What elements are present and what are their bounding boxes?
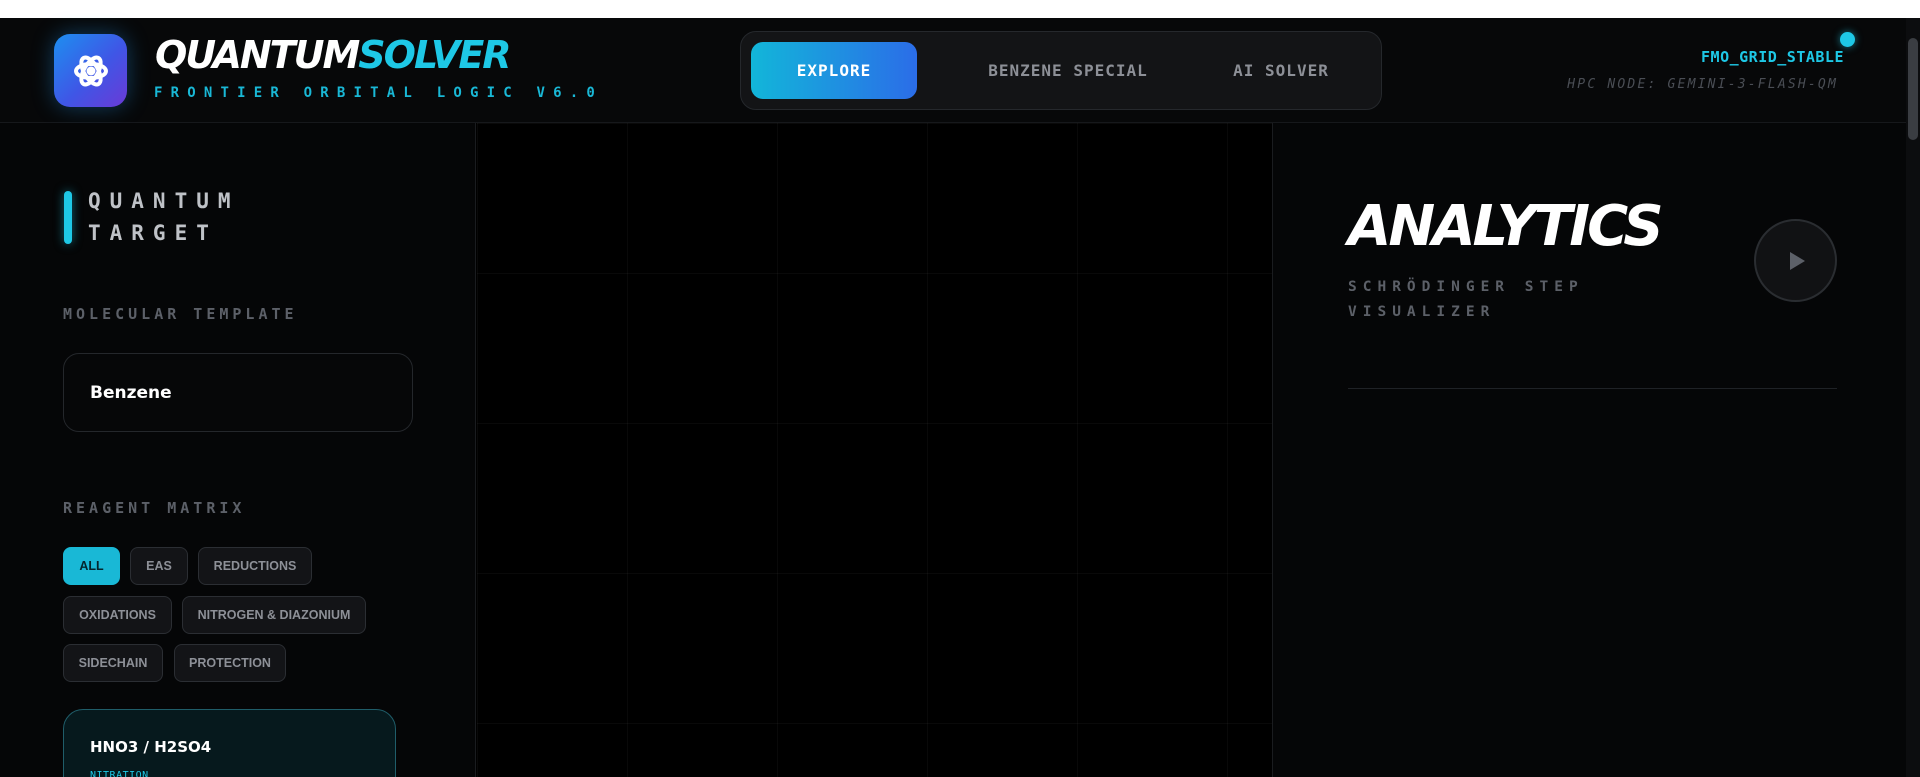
play-icon	[1789, 251, 1805, 270]
filter-chip-sidechain[interactable]: SIDECHAIN	[63, 644, 163, 682]
filter-chip-reductions[interactable]: REDUCTIONS	[198, 547, 312, 585]
analytics-divider	[1348, 388, 1837, 389]
main-nav: EXPLORE BENZENE SPECIAL AI SOLVER	[740, 31, 1382, 110]
analytics-panel: ANALYTICS SCHRÖDINGER STEP VISUALIZER	[1272, 123, 1906, 777]
app-header: QUANTUMSOLVER FRONTIER ORBITAL LOGIC V6.…	[0, 18, 1906, 123]
molecular-template-label: MOLECULAR TEMPLATE	[63, 305, 298, 323]
hpc-node-text: HPC NODE: GEMINI-3-FLASH-QM	[1567, 77, 1838, 92]
nav-explore-button[interactable]: EXPLORE	[751, 42, 917, 99]
filter-chip-protection[interactable]: PROTECTION	[174, 644, 286, 682]
filter-chip-eas[interactable]: EAS	[130, 547, 188, 585]
analytics-title: ANALYTICS	[1348, 194, 1664, 259]
atom-icon	[73, 55, 108, 86]
molecular-template-select[interactable]: Benzene	[63, 353, 413, 432]
brand-title-part1: QUANTUM	[155, 33, 360, 77]
panel-title: QUANTUM TARGET	[88, 189, 240, 245]
brand-subtitle: FRONTIER ORBITAL LOGIC V6.0	[154, 85, 603, 101]
brand-title: QUANTUMSOLVER	[155, 33, 512, 77]
nav-benzene-special-button[interactable]: BENZENE SPECIAL	[963, 42, 1173, 99]
page-scrollbar[interactable]	[1906, 18, 1920, 777]
reagent-matrix-label: REAGENT MATRIX	[63, 499, 246, 517]
filter-chip-oxidations[interactable]: OXIDATIONS	[63, 596, 172, 634]
reagent-type: NITRATION	[90, 770, 149, 777]
reagent-name: HNO3 / H2SO4	[90, 738, 212, 756]
reagent-card[interactable]: HNO3 / H2SO4 NITRATION	[63, 709, 396, 777]
analytics-subtitle: SCHRÖDINGER STEP VISUALIZER	[1348, 279, 1584, 320]
nav-ai-solver-button[interactable]: AI SOLVER	[1201, 42, 1361, 99]
play-button[interactable]	[1754, 219, 1837, 302]
section-accent-bar	[64, 191, 72, 244]
browser-top-strip	[0, 0, 1920, 18]
filter-chip-nitrogen-diazonium[interactable]: NITROGEN & DIAZONIUM	[182, 596, 366, 634]
grid-status-text: FMO_GRID_STABLE	[1701, 48, 1844, 66]
filter-chip-all[interactable]: ALL	[63, 547, 120, 585]
scrollbar-thumb[interactable]	[1908, 38, 1918, 140]
status-dot-icon	[1840, 32, 1855, 47]
molecule-canvas[interactable]	[477, 123, 1272, 777]
brand-title-part2: SOLVER	[358, 33, 511, 77]
app-logo[interactable]	[54, 34, 127, 107]
quantum-target-panel: QUANTUM TARGET MOLECULAR TEMPLATE Benzen…	[0, 123, 476, 777]
